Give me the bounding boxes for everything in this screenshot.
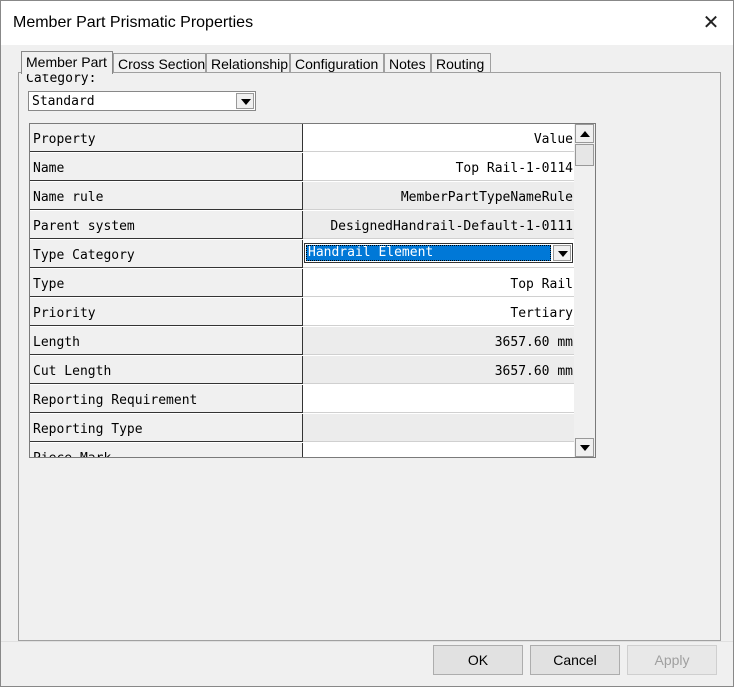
tab-cross-section[interactable]: Cross Section [113,53,206,72]
property-cell: Type Category [30,240,303,268]
value-cell: 3657.60 mm [303,356,575,384]
property-cell: Parent system [30,211,303,239]
scroll-down-icon[interactable] [575,438,594,457]
tab-routing[interactable]: Routing [431,53,491,72]
table-row[interactable]: Priority Tertiary [30,298,575,327]
value-cell[interactable]: Top Rail [303,269,575,297]
tab-notes[interactable]: Notes [384,53,431,72]
property-cell: Reporting Requirement [30,385,303,413]
chevron-down-icon[interactable] [553,245,571,261]
table-row[interactable]: Piece Mark [30,443,575,457]
close-icon[interactable]: ✕ [699,11,723,35]
property-cell: Cut Length [30,356,303,384]
table-row[interactable]: Parent system DesignedHandrail-Default-1… [30,211,575,240]
table-row[interactable]: Length 3657.60 mm [30,327,575,356]
value-cell[interactable] [303,385,575,413]
apply-button[interactable]: Apply [627,645,717,675]
value-cell[interactable]: Tertiary [303,298,575,326]
value-cell: MemberPartTypeNameRule [303,182,575,210]
type-category-value: Handrail Element [306,245,551,261]
type-category-select[interactable]: Handrail Element [304,243,573,263]
ok-button[interactable]: OK [433,645,523,675]
property-cell: Piece Mark [30,443,303,457]
table-row[interactable]: Type Top Rail [30,269,575,298]
value-cell [303,414,575,442]
dialog-title: Member Part Prismatic Properties [13,14,254,31]
value-cell[interactable]: Top Rail-1-0114 [303,153,575,181]
value-cell: DesignedHandrail-Default-1-0111 [303,211,575,239]
header-value: Value [303,124,575,152]
grid-header-row: Property Value [30,124,575,153]
scroll-up-icon[interactable] [575,124,594,143]
property-cell: Priority [30,298,303,326]
table-row[interactable]: Cut Length 3657.60 mm [30,356,575,385]
table-row[interactable]: Reporting Type [30,414,575,443]
scrollbar-thumb[interactable] [575,144,594,166]
grid-scrollbar[interactable] [574,124,595,457]
property-cell: Type [30,269,303,297]
tab-member-part[interactable]: Member Part [21,51,113,74]
property-cell: Name [30,153,303,181]
divider [1,641,733,642]
property-cell: Reporting Type [30,414,303,442]
value-cell: 3657.60 mm [303,327,575,355]
category-select[interactable]: Standard [28,91,256,111]
property-cell: Name rule [30,182,303,210]
header-property: Property [30,124,303,152]
table-row[interactable]: Name Top Rail-1-0114 [30,153,575,182]
tab-relationship[interactable]: Relationship [206,53,290,72]
value-cell[interactable] [303,443,575,457]
table-row[interactable]: Type Category Handrail Element [30,240,575,269]
property-grid: Property Value Name Top Rail-1-0114 Name… [29,123,596,458]
chevron-down-icon[interactable] [236,93,254,109]
category-value: Standard [32,94,95,109]
properties-dialog: Member Part Prismatic Properties ✕ Membe… [0,0,734,687]
tab-configuration[interactable]: Configuration [290,53,384,72]
title-bar: Member Part Prismatic Properties ✕ [1,1,733,45]
table-row[interactable]: Name rule MemberPartTypeNameRule [30,182,575,211]
property-cell: Length [30,327,303,355]
table-row[interactable]: Reporting Requirement [30,385,575,414]
cancel-button[interactable]: Cancel [530,645,620,675]
